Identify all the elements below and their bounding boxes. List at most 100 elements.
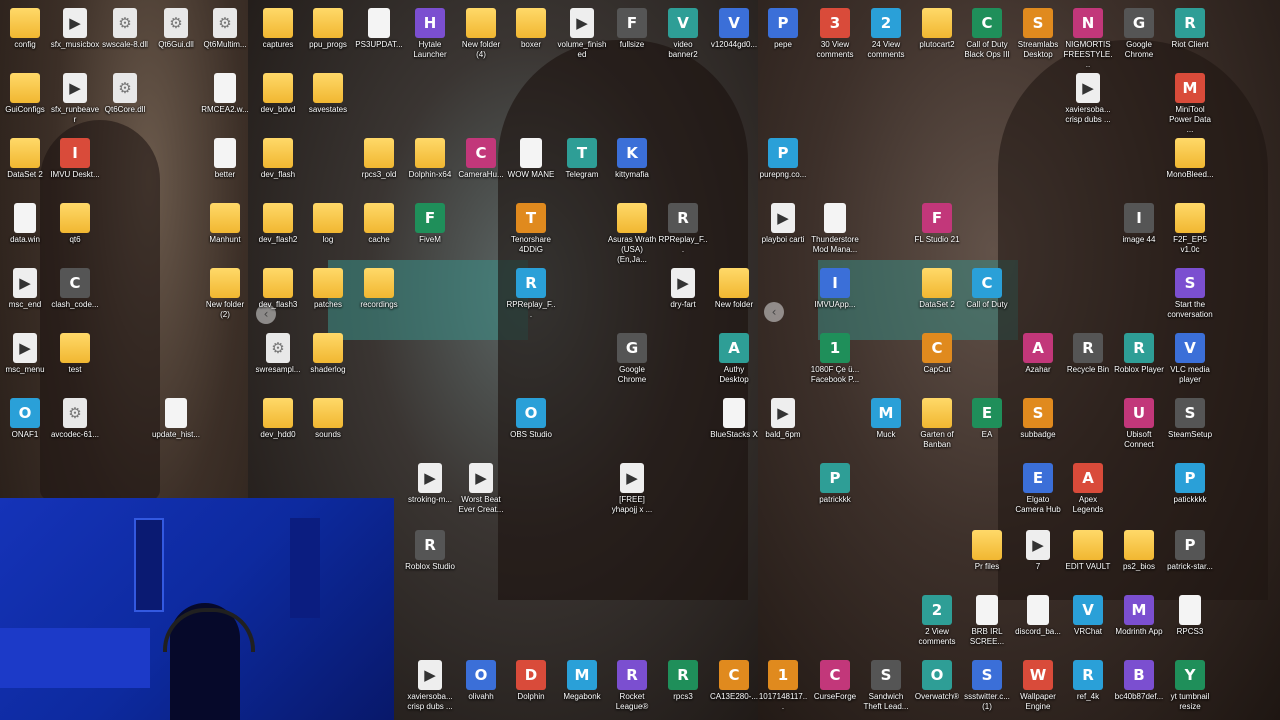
desktop-icon-pepe[interactable]: Ppepe: [758, 8, 808, 50]
desktop-icon-dev-flash3[interactable]: dev_flash3: [253, 268, 303, 310]
desktop-icon-qt6core-dll[interactable]: ⚙ Qt6Core.dll: [100, 73, 150, 115]
desktop-icon-30-view-comments[interactable]: 3 30 View comments: [810, 8, 860, 60]
desktop-icon-dev-hdd0[interactable]: dev_hdd0: [253, 398, 303, 440]
desktop-icon-shaderlog[interactable]: shaderlog: [303, 333, 353, 375]
desktop-icon-qt6gui-dll[interactable]: ⚙ Qt6Gui.dll: [151, 8, 201, 50]
desktop-icon-playboi-carti[interactable]: ▶ playboi carti: [758, 203, 808, 245]
desktop-icon-better[interactable]: better: [200, 138, 248, 180]
desktop-icon-1080f-e-facebook-p[interactable]: 1 1080F Çe ü... Facebook P...: [810, 333, 860, 385]
desktop-icon-stroking-m[interactable]: ▶ stroking-m...: [405, 463, 455, 505]
desktop-icon-apex-legends[interactable]: A Apex Legends: [1063, 463, 1113, 515]
desktop-icon-dev-bdvd[interactable]: dev_bdvd: [253, 73, 303, 115]
desktop-icon-dev-flash2[interactable]: dev_flash2: [253, 203, 303, 245]
desktop-icon-patrickkk[interactable]: Ppatrickkk: [810, 463, 860, 505]
desktop-icon-xaviersoba-crisp-dubs[interactable]: ▶ xaviersoba... crisp dubs ...: [1063, 73, 1113, 125]
desktop-icon-worst-beat-ever-creat[interactable]: ▶ Worst Beat Ever Creat...: [456, 463, 506, 515]
desktop-icon-rpcs3[interactable]: Rrpcs3: [658, 660, 708, 702]
desktop-icon-free-yhapojj-x[interactable]: ▶ [FREE] yhapojj x ...: [607, 463, 657, 515]
desktop-icon-google-chrome[interactable]: G Google Chrome: [1114, 8, 1164, 60]
desktop-icon-patrick-star[interactable]: Ppatrick-star...: [1165, 530, 1215, 572]
desktop-icon-roblox-studio[interactable]: R Roblox Studio: [405, 530, 455, 572]
desktop-icon-vrchat[interactable]: V VRChat: [1063, 595, 1113, 637]
desktop-icon-curseforge[interactable]: C CurseForge: [810, 660, 860, 702]
desktop-icon-modrinth-app[interactable]: M Modrinth App: [1114, 595, 1164, 637]
desktop-icon-update-hist[interactable]: update_hist...: [151, 398, 201, 440]
desktop-icon-fullsize[interactable]: Ffullsize: [607, 8, 657, 50]
desktop-icon-swscale-8-dll[interactable]: ⚙ swscale-8.dll: [100, 8, 150, 50]
desktop-icon-imvu-deskt[interactable]: I IMVU Deskt...: [50, 138, 100, 180]
desktop-icon-volume-finished[interactable]: ▶ volume_finished: [557, 8, 607, 60]
desktop-icon-ref-4k[interactable]: Rref_4k: [1063, 660, 1113, 702]
desktop-icon-qt6multim[interactable]: ⚙ Qt6Multim...: [200, 8, 248, 50]
desktop-icon-avcodec-61[interactable]: ⚙ avcodec-61...: [50, 398, 100, 440]
desktop-icon-rpcs3-old[interactable]: rpcs3_old: [354, 138, 404, 180]
desktop-icon-asuras-wrath-usa-en-ja[interactable]: Asuras Wrath (USA) (En,Ja...: [607, 203, 657, 265]
desktop-icon-rocket-league[interactable]: R Rocket League®: [607, 660, 657, 712]
desktop-icon-2-view-comments[interactable]: 2 2 View comments: [912, 595, 962, 647]
desktop-icon-msc-end[interactable]: ▶ msc_end: [0, 268, 50, 310]
desktop-icon-camerahu[interactable]: C CameraHu...: [456, 138, 506, 180]
carousel-prev-arrow[interactable]: ‹: [764, 302, 784, 322]
desktop-icon-garten-of-banban[interactable]: Garten of Banban: [912, 398, 962, 450]
desktop-icon-purepng-co[interactable]: Ppurepng.co...: [758, 138, 808, 180]
desktop-icon-new-folder-4[interactable]: New folder (4): [456, 8, 506, 60]
desktop-icon-kittymafia[interactable]: Kkittymafia: [607, 138, 657, 180]
desktop-icon-hytale-launcher[interactable]: H Hytale Launcher: [405, 8, 455, 60]
desktop-icon-recycle-bin[interactable]: R Recycle Bin: [1063, 333, 1113, 375]
desktop-icon-sfx-runbeaver[interactable]: ▶ sfx_runbeaver: [50, 73, 100, 125]
desktop-icon-call-of-duty-black-ops-iii[interactable]: C Call of Duty Black Ops III: [962, 8, 1012, 60]
desktop-icon-bald-6pm[interactable]: ▶ bald_6pm: [758, 398, 808, 440]
desktop-icon-ssstwitter-c-1[interactable]: Sssstwitter.c... (1): [962, 660, 1012, 712]
desktop-icon-rpreplay-f[interactable]: R RPReplay_F...: [506, 268, 556, 320]
desktop-icon-onaf1[interactable]: O ONAF1: [0, 398, 50, 440]
desktop-icon-log[interactable]: log: [303, 203, 353, 245]
desktop-icon-new-folder-2[interactable]: New folder (2): [200, 268, 248, 320]
desktop-icon-vlc-media-player[interactable]: V VLC media player: [1165, 333, 1215, 385]
desktop-icon-patches[interactable]: patches: [303, 268, 353, 310]
desktop-icon-msc-menu[interactable]: ▶ msc_menu: [0, 333, 50, 375]
desktop-icon-muck[interactable]: M Muck: [861, 398, 911, 440]
desktop-icon-sfx-musicbox[interactable]: ▶ sfx_musicbox: [50, 8, 100, 50]
desktop-icon-ca13e280[interactable]: C CA13E280-...: [709, 660, 758, 702]
desktop-icon-ps3updat[interactable]: PS3UPDAT...: [354, 8, 404, 50]
desktop-icon-qt6[interactable]: qt6: [50, 203, 100, 245]
desktop-icon-guiconfigs[interactable]: GuiConfigs: [0, 73, 50, 115]
desktop-icon-thunderstore-mod-mana[interactable]: Thunderstore Mod Mana...: [810, 203, 860, 255]
desktop-icon-rpcs3[interactable]: RPCS3: [1165, 595, 1215, 637]
desktop-icon-elgato-camera-hub[interactable]: E Elgato Camera Hub: [1013, 463, 1063, 515]
desktop-icon-sounds[interactable]: sounds: [303, 398, 353, 440]
desktop-icon-new-folder[interactable]: New folder: [709, 268, 758, 310]
desktop-icon-telegram[interactable]: T Telegram: [557, 138, 607, 180]
desktop-icon-plutocart2[interactable]: plutocart2: [912, 8, 962, 50]
desktop-icon-azahar[interactable]: A Azahar: [1013, 333, 1063, 375]
desktop-icon-captures[interactable]: captures: [253, 8, 303, 50]
desktop-icon-call-of-duty[interactable]: C Call of Duty: [962, 268, 1012, 310]
desktop-icon-wallpaper-engine[interactable]: W Wallpaper Engine: [1013, 660, 1063, 712]
desktop-icon-obs-studio[interactable]: O OBS Studio: [506, 398, 556, 440]
desktop-icon-steamsetup[interactable]: S SteamSetup: [1165, 398, 1215, 440]
desktop-icon-swresampl[interactable]: ⚙ swresampl...: [253, 333, 303, 375]
desktop-icon-patickkkk[interactable]: Ppatickkkk: [1165, 463, 1215, 505]
desktop-icon-config[interactable]: config: [0, 8, 50, 50]
desktop-icon-xaviersoba-crisp-dubs[interactable]: ▶ xaviersoba... crisp dubs ...: [405, 660, 455, 712]
desktop-icon-dolphin[interactable]: D Dolphin: [506, 660, 556, 702]
desktop-icon-v12044gd0[interactable]: Vv12044gd0...: [709, 8, 758, 50]
desktop-icon-subbadge[interactable]: Ssubbadge: [1013, 398, 1063, 440]
desktop-icon-clash-code[interactable]: Cclash_code...: [50, 268, 100, 310]
desktop-icon-ubisoft-connect[interactable]: U Ubisoft Connect: [1114, 398, 1164, 450]
desktop-icon-yt-tumbnail-resize[interactable]: Yyt tumbnail resize: [1165, 660, 1215, 712]
desktop-icon-dataset-2[interactable]: DataSet 2: [912, 268, 962, 310]
desktop-icon-start-the-conversation[interactable]: S Start the conversation: [1165, 268, 1215, 320]
desktop-icon-bluestacks-x[interactable]: BlueStacks X: [709, 398, 758, 440]
desktop-icon-7[interactable]: ▶ 7: [1013, 530, 1063, 572]
desktop-icon-imvuapp[interactable]: I IMVUApp...: [810, 268, 860, 310]
desktop-icon-image-44[interactable]: Iimage 44: [1114, 203, 1164, 245]
desktop-icon-authy-desktop[interactable]: A Authy Desktop: [709, 333, 758, 385]
desktop-icon-data-win[interactable]: data.win: [0, 203, 50, 245]
desktop-icon-bc40b87def[interactable]: Bbc40b87def...: [1114, 660, 1164, 702]
desktop-icon-tenorshare-4ddig[interactable]: T Tenorshare 4DDiG: [506, 203, 556, 255]
desktop-icon-nigmortis-freestyle[interactable]: N NIGMORTIS FREESTYLE...: [1063, 8, 1113, 70]
desktop-icon-streamlabs-desktop[interactable]: S Streamlabs Desktop: [1013, 8, 1063, 60]
desktop-icon-dataset-2[interactable]: DataSet 2: [0, 138, 50, 180]
desktop-icon-fivem[interactable]: F FiveM: [405, 203, 455, 245]
